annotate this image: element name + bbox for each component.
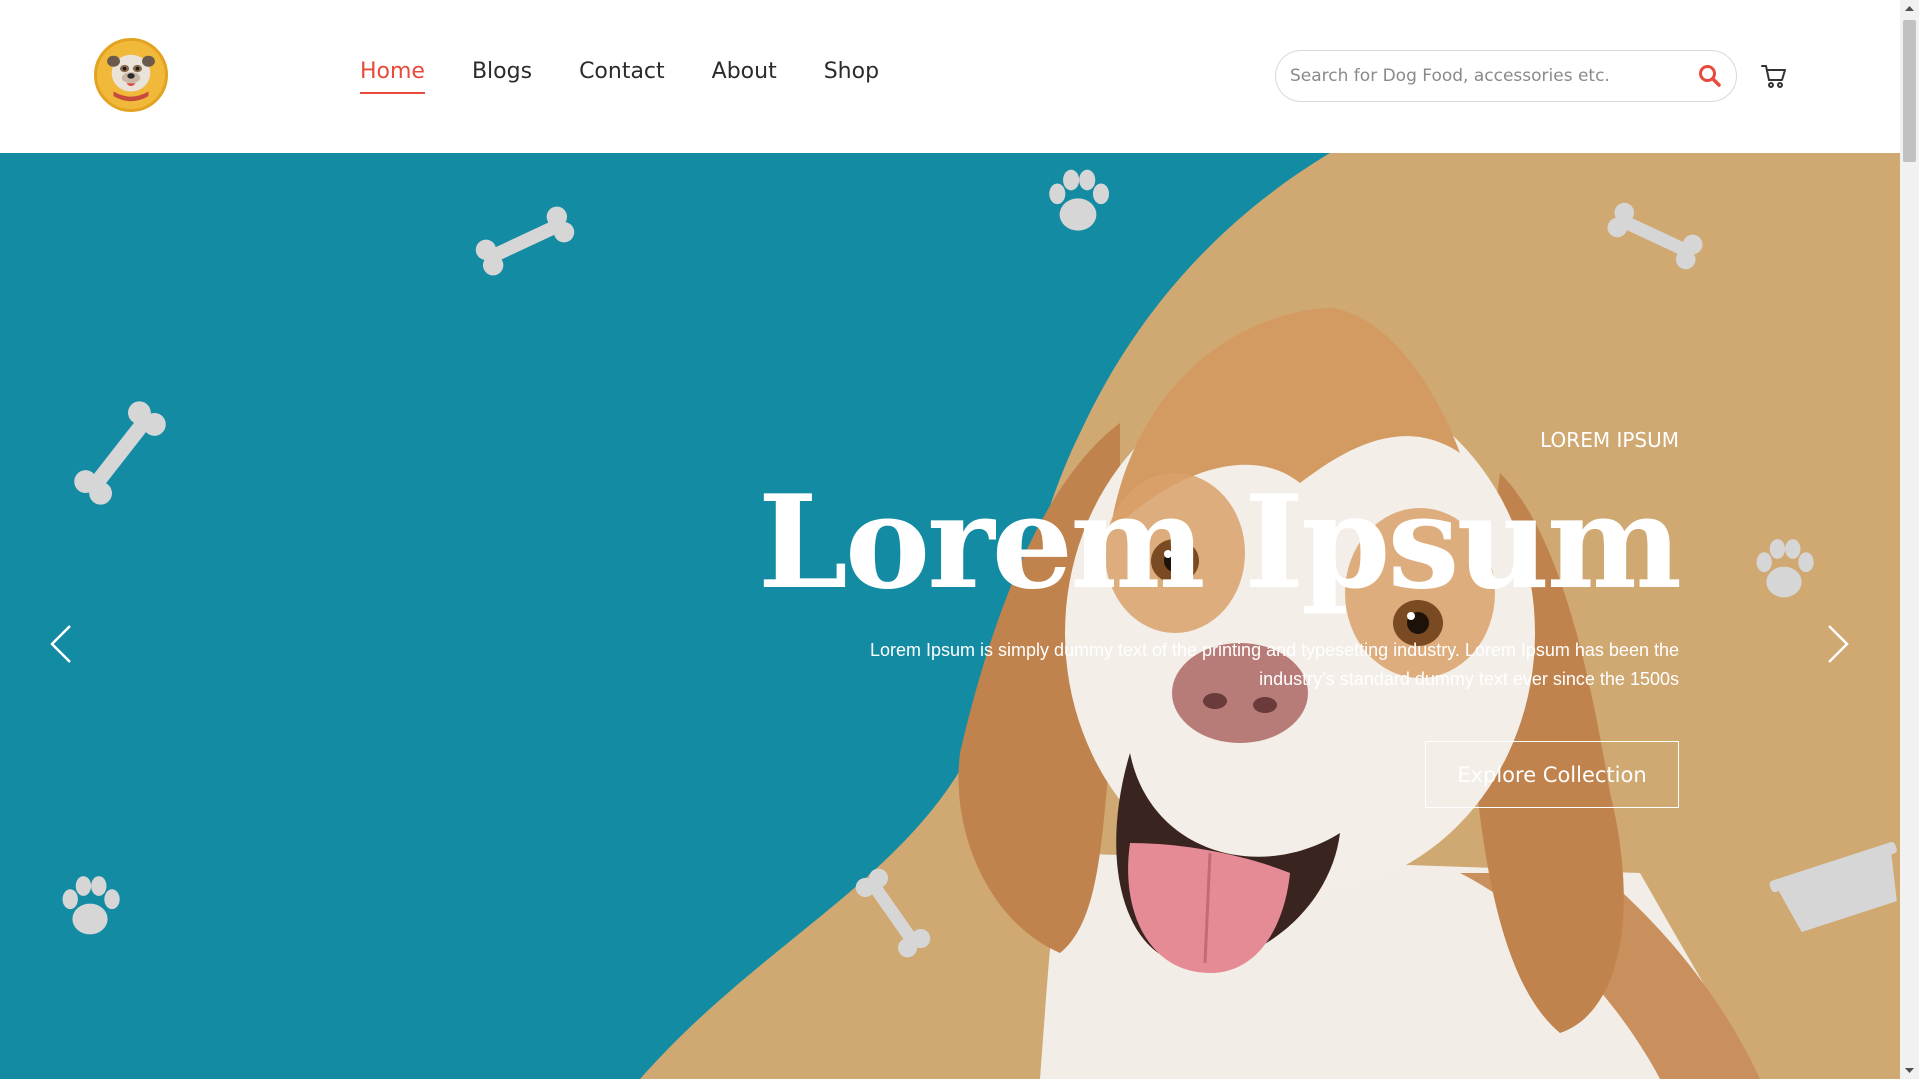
hero-description: Lorem Ipsum is simply dummy text of the …	[869, 640, 1679, 689]
chevron-left-icon[interactable]	[46, 622, 76, 666]
main-nav: Home Blogs Contact About Shop	[360, 58, 926, 94]
chevron-right-icon[interactable]	[1823, 622, 1853, 666]
nav-blogs[interactable]: Blogs	[472, 58, 532, 94]
search-icon[interactable]	[1696, 62, 1724, 90]
hero-eyebrow: LOREM IPSUM	[1540, 428, 1679, 452]
page-scrollbar[interactable]	[1900, 0, 1919, 1079]
nav-shop[interactable]: Shop	[824, 58, 879, 94]
cart-icon[interactable]	[1760, 62, 1788, 90]
nav-contact[interactable]: Contact	[579, 58, 665, 94]
bulldog-logo-icon[interactable]	[94, 38, 168, 112]
scroll-up-arrow-icon[interactable]	[1900, 0, 1919, 17]
site-header: Home Blogs Contact About Shop	[0, 0, 1900, 153]
scrollbar-thumb[interactable]	[1903, 20, 1916, 162]
nav-about[interactable]: About	[712, 58, 777, 94]
explore-collection-button[interactable]: Explore Collection	[1425, 741, 1679, 808]
scroll-down-arrow-icon[interactable]	[1900, 1062, 1919, 1079]
nav-home[interactable]: Home	[360, 58, 425, 94]
search-input[interactable]	[1290, 51, 1670, 101]
search-bar	[1275, 50, 1737, 102]
hero-slider: LOREM IPSUM Lorem Ipsum Lorem Ipsum is s…	[0, 153, 1900, 1079]
hero-headline: Lorem Ipsum	[757, 468, 1682, 618]
